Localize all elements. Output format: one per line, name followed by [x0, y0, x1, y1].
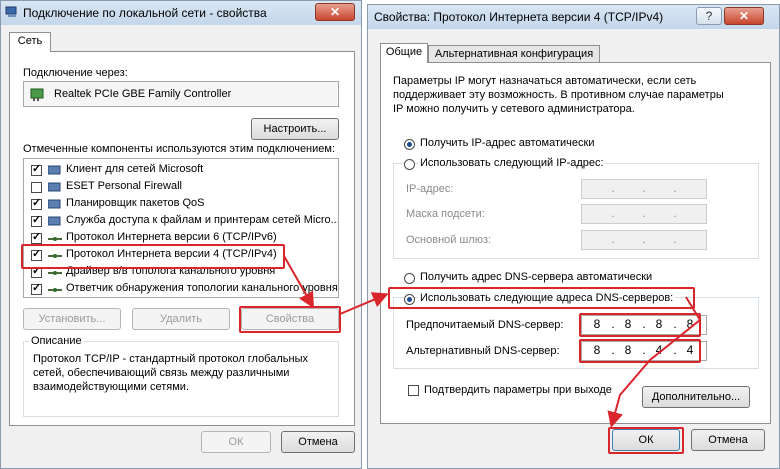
annotation-arrows: [283, 255, 702, 428]
arrow-properties-to-dns: [339, 292, 389, 315]
arrow-dns-to-ok: [607, 296, 702, 428]
arrow-ipv4-to-properties: [283, 255, 314, 309]
tab-general[interactable]: Общие: [380, 43, 428, 63]
tab-network[interactable]: Сеть: [9, 32, 51, 52]
